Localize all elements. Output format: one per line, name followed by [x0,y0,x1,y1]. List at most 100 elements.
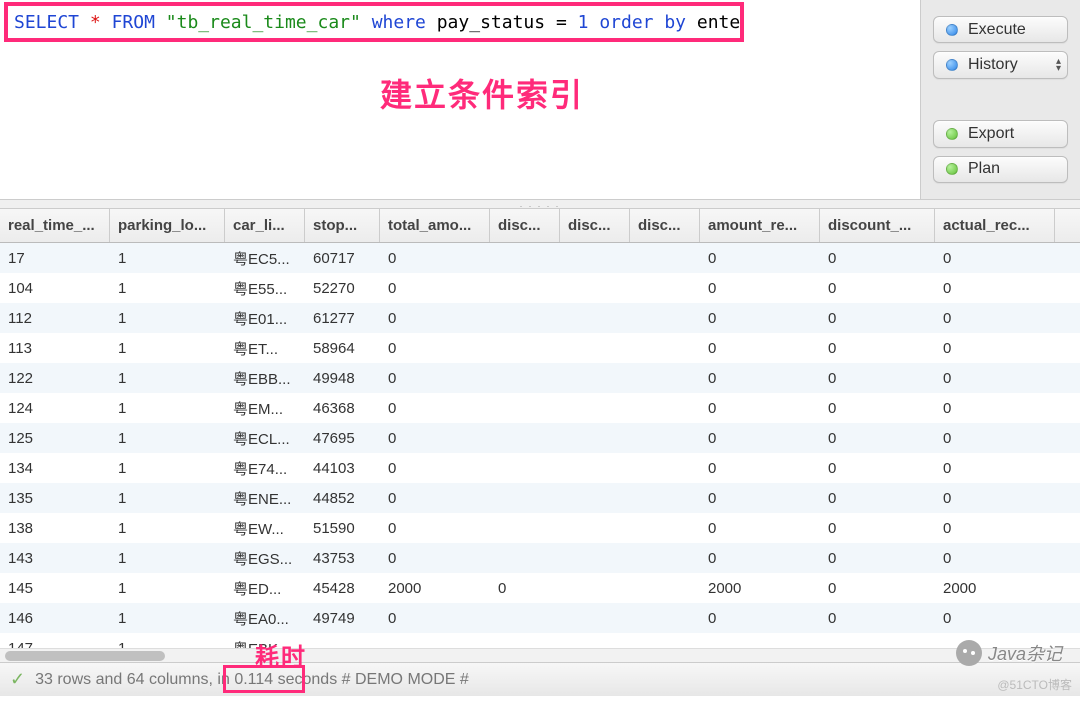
table-cell[interactable]: 粤EA0... [225,603,305,633]
table-cell[interactable] [490,363,560,393]
table-cell[interactable] [560,573,630,603]
table-cell[interactable]: 43753 [305,543,380,573]
table-cell[interactable] [490,393,560,423]
table-cell[interactable] [700,633,820,648]
table-cell[interactable]: 0 [380,453,490,483]
table-cell[interactable]: 0 [380,543,490,573]
table-cell[interactable] [820,633,935,648]
table-cell[interactable]: 58964 [305,333,380,363]
column-header[interactable]: real_time_... [0,209,110,242]
table-row[interactable]: 1351粤ENE...448520000 [0,483,1080,513]
table-cell[interactable]: 113 [0,333,110,363]
table-cell[interactable] [490,333,560,363]
table-cell[interactable]: 122 [0,363,110,393]
table-cell[interactable]: 0 [700,453,820,483]
table-cell[interactable]: 112 [0,303,110,333]
table-cell[interactable] [560,603,630,633]
table-row[interactable]: 1251粤ECL...476950000 [0,423,1080,453]
table-cell[interactable]: 51590 [305,513,380,543]
scrollbar-thumb[interactable] [5,651,165,661]
table-cell[interactable] [630,423,700,453]
table-cell[interactable]: 0 [700,543,820,573]
table-row[interactable]: 1451粤ED...4542820000200002000 [0,573,1080,603]
table-cell[interactable] [630,513,700,543]
table-cell[interactable] [490,423,560,453]
table-cell[interactable] [490,273,560,303]
table-cell[interactable]: 0 [700,393,820,423]
history-button[interactable]: History ▴▾ [933,51,1068,78]
table-cell[interactable]: 0 [700,513,820,543]
table-cell[interactable]: 0 [490,573,560,603]
table-cell[interactable]: 0 [935,603,1055,633]
table-cell[interactable] [630,273,700,303]
table-cell[interactable]: 134 [0,453,110,483]
table-cell[interactable] [630,603,700,633]
table-cell[interactable]: 0 [380,603,490,633]
column-header[interactable]: total_amo... [380,209,490,242]
table-cell[interactable] [630,303,700,333]
column-header[interactable]: stop... [305,209,380,242]
table-cell[interactable]: 0 [380,363,490,393]
table-row[interactable]: 1461粤EA0...497490000 [0,603,1080,633]
table-cell[interactable]: 0 [700,303,820,333]
table-cell[interactable]: 1 [110,543,225,573]
table-cell[interactable]: 0 [820,453,935,483]
table-row[interactable]: 1431粤EGS...437530000 [0,543,1080,573]
table-cell[interactable]: 44103 [305,453,380,483]
execute-button[interactable]: Execute [933,16,1068,43]
stepper-icon[interactable]: ▴▾ [1056,58,1061,72]
column-header[interactable]: parking_lo... [110,209,225,242]
table-cell[interactable]: 0 [380,273,490,303]
table-cell[interactable] [560,633,630,648]
table-body[interactable]: 171粤EC5...6071700001041粤E55...5227000001… [0,243,1080,648]
table-cell[interactable] [490,633,560,648]
table-cell[interactable]: 粤ENE... [225,483,305,513]
table-cell[interactable]: 0 [820,393,935,423]
table-cell[interactable]: 粤EM... [225,393,305,423]
table-cell[interactable]: 0 [935,543,1055,573]
table-row[interactable]: 1131粤ET...589640000 [0,333,1080,363]
table-cell[interactable]: 104 [0,273,110,303]
table-cell[interactable]: 49749 [305,603,380,633]
table-cell[interactable]: 0 [935,243,1055,273]
export-button[interactable]: Export [933,120,1068,147]
table-cell[interactable]: 1 [110,273,225,303]
horizontal-scrollbar[interactable] [0,648,1080,662]
column-header[interactable]: disc... [630,209,700,242]
table-cell[interactable] [560,363,630,393]
table-cell[interactable]: 粤ECL... [225,423,305,453]
table-cell[interactable]: 1 [110,333,225,363]
table-cell[interactable]: 0 [935,453,1055,483]
table-row[interactable]: 1221粤EBB...499480000 [0,363,1080,393]
table-cell[interactable]: 52270 [305,273,380,303]
table-cell[interactable]: 0 [700,243,820,273]
table-cell[interactable] [490,513,560,543]
table-cell[interactable]: 145 [0,573,110,603]
table-row[interactable]: 171粤EC5...607170000 [0,243,1080,273]
table-cell[interactable]: 0 [935,513,1055,543]
table-cell[interactable]: 粤EC5... [225,243,305,273]
table-cell[interactable] [490,483,560,513]
table-cell[interactable]: 1 [110,633,225,648]
table-cell[interactable]: 2000 [380,573,490,603]
table-cell[interactable]: 1 [110,363,225,393]
table-cell[interactable] [490,243,560,273]
table-cell[interactable]: 46368 [305,393,380,423]
table-cell[interactable]: 0 [700,363,820,393]
table-cell[interactable]: 1 [110,393,225,423]
table-cell[interactable]: 0 [935,483,1055,513]
table-cell[interactable]: 粤EW... [225,513,305,543]
table-cell[interactable]: 0 [935,393,1055,423]
table-cell[interactable] [560,513,630,543]
table-cell[interactable]: 125 [0,423,110,453]
table-cell[interactable]: 44852 [305,483,380,513]
table-cell[interactable]: 0 [820,423,935,453]
table-cell[interactable]: 0 [820,363,935,393]
table-cell[interactable] [560,243,630,273]
table-row[interactable]: 1121粤E01...612770000 [0,303,1080,333]
table-row[interactable]: 1341粤E74...441030000 [0,453,1080,483]
table-cell[interactable]: 2000 [700,573,820,603]
table-cell[interactable] [305,633,380,648]
pane-separator[interactable]: . . . . . [0,200,1080,208]
table-cell[interactable]: 1 [110,483,225,513]
